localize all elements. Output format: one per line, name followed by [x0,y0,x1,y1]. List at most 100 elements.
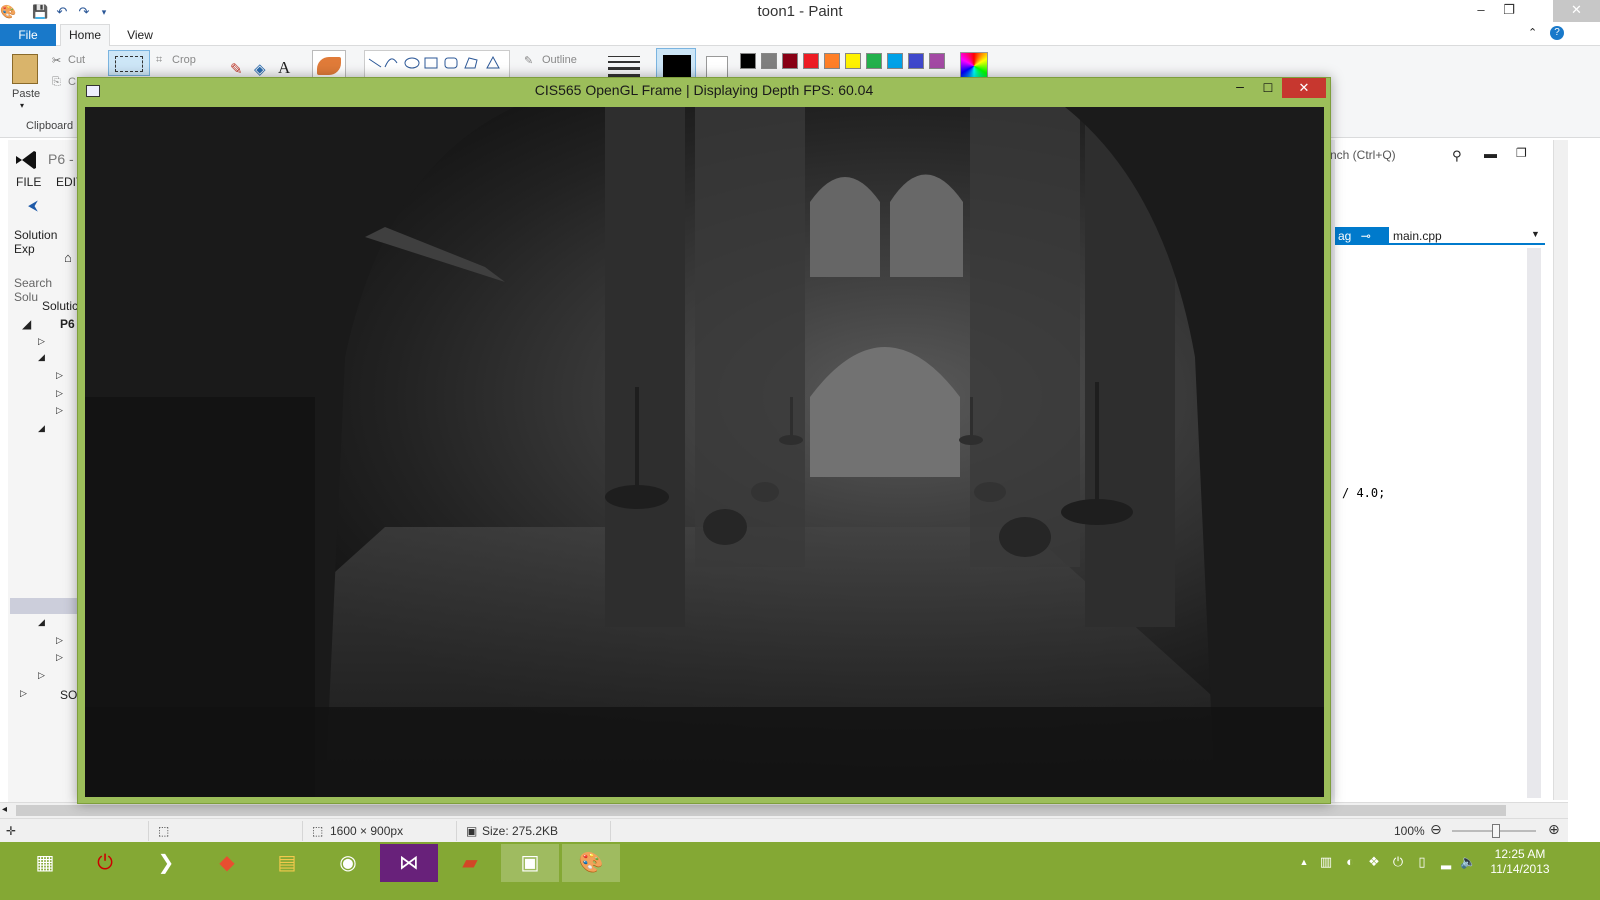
palette-swatch[interactable] [740,53,756,69]
collapse-ribbon-icon[interactable]: ⌃ [1528,26,1537,39]
cut-button[interactable]: Cut [68,54,85,66]
clock[interactable]: 12:25 AM 11/14/2013 [1480,847,1560,877]
expand-arrow-icon[interactable]: ◢ [38,423,45,434]
power-tray-icon[interactable]: ⏻ [1390,854,1406,870]
outline-button[interactable]: Outline [542,54,577,66]
collapse-arrow-icon[interactable]: ▷ [56,635,63,646]
tab-file[interactable]: File [0,24,56,46]
expand-arrow-icon[interactable]: ◢ [22,317,31,331]
selected-tree-row[interactable] [10,598,78,614]
back-arrow-icon[interactable]: ⮜ [28,197,38,214]
palette-swatch[interactable] [845,53,861,69]
powershell-icon[interactable]: ❯ [137,844,195,882]
crop-button[interactable]: Crop [172,54,196,66]
paint-vertical-scrollbar[interactable] [1553,140,1568,800]
depth-render-canvas[interactable] [85,107,1324,797]
tab-main-cpp[interactable]: main.cpp [1393,227,1442,245]
expand-arrow-icon[interactable]: ◢ [38,617,45,628]
opengl-minimize-button[interactable]: ‒ [1226,78,1254,98]
project-node[interactable]: P6 [60,317,75,331]
collapse-arrow-icon[interactable]: ▷ [56,405,63,416]
vs-menu-file[interactable]: FILE [16,175,41,189]
collapse-arrow-icon[interactable]: ▷ [20,688,27,699]
clipboard-icon[interactable] [12,54,38,84]
so-node[interactable]: SO [60,688,77,702]
home-icon[interactable]: ⌂ [64,250,72,265]
opengl-maximize-button[interactable]: ☐ [1254,78,1282,98]
collapse-arrow-icon[interactable]: ▷ [56,652,63,663]
zoom-in-icon[interactable]: ⊕ [1548,821,1560,838]
fill-icon[interactable]: ◈ [254,60,266,78]
power-icon[interactable]: ⏻ [76,844,134,882]
tray-app-icon[interactable]: ▥ [1318,854,1334,870]
expand-arrow-icon[interactable]: ◢ [38,352,45,363]
volume-icon[interactable]: 🔈 [1460,854,1476,870]
shapes-gallery[interactable] [364,50,510,80]
show-hidden-icons[interactable]: ▲ [1296,854,1312,870]
brushes-button[interactable] [312,50,346,80]
copy-icon[interactable]: ⎘ [52,76,61,89]
search-icon[interactable]: ⚲ [1452,148,1462,164]
outline-icon[interactable]: ✎ [524,54,533,67]
brush-icon [317,57,341,75]
close-button[interactable]: ✕ [1553,0,1600,22]
minimize-button[interactable]: ‒ [1466,0,1496,22]
pencil-icon[interactable]: ✎ [230,60,243,78]
opengl-window-icon[interactable]: ▣ [501,844,559,882]
palette-swatch[interactable] [929,53,945,69]
paste-button[interactable]: Paste [12,88,40,100]
collapse-arrow-icon[interactable]: ▷ [56,388,63,399]
select-button[interactable] [108,50,150,76]
horizontal-scrollbar[interactable]: ◂ [0,802,1568,818]
size-icon[interactable] [608,54,640,78]
collapse-arrow-icon[interactable]: ▷ [56,370,63,381]
powerpoint-icon[interactable]: ▰ [441,844,499,882]
crop-icon[interactable]: ⌗ [156,54,162,67]
collapse-arrow-icon[interactable]: ▷ [38,336,45,347]
chevron-down-icon[interactable]: ▼ [1531,229,1540,239]
remote-desktop-icon[interactable]: ▦ [16,844,74,882]
color2-button[interactable] [706,56,728,78]
restore-icon[interactable]: ❐ [1516,146,1527,160]
opengl-window[interactable]: CIS565 OpenGL Frame | Displaying Depth F… [77,77,1331,804]
edit-colors-icon[interactable] [960,52,988,80]
palette-swatch[interactable] [803,53,819,69]
palette-swatch[interactable] [866,53,882,69]
zoom-out-icon[interactable]: ⊖ [1430,821,1442,838]
chrome-icon[interactable]: ◉ [319,844,377,882]
palette-swatch[interactable] [782,53,798,69]
scissors-icon[interactable]: ✂ [52,54,61,67]
collapse-arrow-icon[interactable]: ▷ [38,670,45,681]
opengl-close-button[interactable]: ✕ [1282,78,1326,98]
palette-swatch[interactable] [908,53,924,69]
scrollbar-thumb[interactable] [16,805,1506,816]
vs-vertical-scrollbar[interactable] [1527,248,1541,798]
palette-swatch[interactable] [887,53,903,69]
nvidia-icon[interactable]: ◐ [1342,854,1358,870]
close-icon[interactable]: ✕ [1344,247,1354,261]
text-tool-icon[interactable]: A [278,58,290,78]
vs-left-panel: P6 - FILE EDIT ⮜ Solution Exp ⌂ Search S… [8,140,83,805]
chevron-down-icon[interactable]: ▾ [20,101,24,110]
quick-launch-input[interactable]: nch (Ctrl+Q) [1330,148,1470,166]
paint-taskbar-icon[interactable]: 🎨 [562,844,620,882]
palette-swatch[interactable] [761,53,777,69]
zoom-slider-thumb[interactable] [1492,824,1500,838]
tab-active-file[interactable]: ag ⊸ ✕ [1335,227,1389,261]
pin-icon[interactable]: ⊸ [1361,229,1371,243]
solution-node[interactable]: Solutic [42,299,78,313]
battery-icon[interactable]: ▯ [1414,854,1430,870]
help-icon[interactable]: ? [1550,26,1564,40]
tab-view[interactable]: View [118,24,162,46]
tab-home[interactable]: Home [60,24,110,47]
git-icon[interactable]: ◆ [198,844,256,882]
restore-button[interactable]: ❐ [1494,0,1524,22]
file-explorer-icon[interactable]: ▤ [258,844,316,882]
copy-button[interactable]: C [68,76,76,88]
scroll-left-icon[interactable]: ◂ [2,804,7,815]
minimize-icon[interactable]: ▬ [1484,146,1497,161]
dropbox-icon[interactable]: ❖ [1366,854,1382,870]
visual-studio-icon[interactable]: ⋈ [380,844,438,882]
palette-swatch[interactable] [824,53,840,69]
signal-icon[interactable]: ▂ [1438,854,1454,870]
